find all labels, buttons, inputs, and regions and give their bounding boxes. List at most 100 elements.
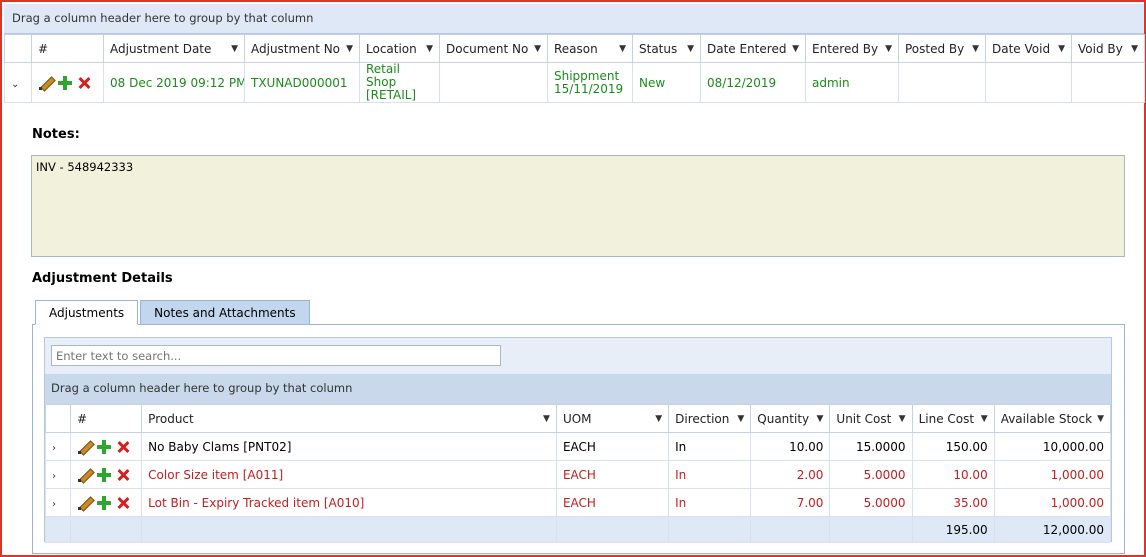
notes-title: Notes:	[32, 127, 80, 142]
table-row[interactable]: › No Baby Clams [PNT02] EACH In 10.00 15…	[44, 432, 1112, 461]
product-cell: Lot Bin - Expiry Tracked item [A010]	[141, 488, 557, 517]
col-header-index[interactable]: #	[31, 34, 104, 63]
group-by-hint: Drag a column header here to group by th…	[12, 11, 314, 25]
footer-cell	[44, 516, 72, 543]
chevron-right-icon[interactable]: ›	[52, 471, 56, 482]
actions-cell	[31, 62, 104, 103]
direction-cell: In	[668, 488, 752, 517]
group-by-bar[interactable]: Drag a column header here to group by th…	[4, 4, 1144, 34]
col-label: Entered By	[812, 41, 879, 56]
delete-x-icon[interactable]	[115, 495, 131, 511]
col-header-product[interactable]: Product ▼	[141, 404, 557, 433]
filter-icon[interactable]: ▼	[231, 44, 238, 54]
edit-pencil-icon[interactable]	[77, 495, 93, 511]
col-header-reason[interactable]: Reason ▼	[547, 34, 633, 63]
chevron-right-icon[interactable]: ›	[52, 443, 56, 454]
col-header-available-stock[interactable]: Available Stock ▼	[993, 404, 1112, 433]
col-header-date-entered[interactable]: Date Entered ▼	[700, 34, 806, 63]
filter-icon[interactable]: ▼	[543, 414, 550, 424]
col-label: Reason	[554, 41, 598, 56]
col-header-adjustment-no[interactable]: Adjustment No ▼	[244, 34, 360, 63]
footer-cell	[141, 516, 557, 543]
tab-adjustments[interactable]: Adjustments	[35, 300, 139, 325]
sub-group-by-bar[interactable]: Drag a column header here to group by th…	[45, 374, 1111, 404]
col-header-void-by[interactable]: Void By ▼	[1071, 34, 1145, 63]
product-cell: Color Size item [A011]	[141, 460, 557, 489]
reason-cell: Shippment 15/11/2019	[547, 62, 633, 103]
filter-icon[interactable]: ▼	[534, 44, 541, 54]
filter-icon[interactable]: ▼	[981, 414, 988, 424]
filter-icon[interactable]: ▼	[687, 44, 694, 54]
col-header-entered-by[interactable]: Entered By ▼	[805, 34, 899, 63]
add-plus-icon[interactable]	[96, 439, 112, 455]
reason-line2: 15/11/2019	[554, 81, 624, 96]
search-bar	[45, 338, 1111, 374]
footer-cell	[668, 516, 752, 543]
col-label: Product	[148, 411, 194, 426]
expand-cell[interactable]: ›	[44, 432, 72, 461]
entered-by-cell: admin	[805, 62, 899, 103]
document-no-cell	[439, 62, 548, 103]
col-label: Status	[639, 41, 678, 56]
edit-pencil-icon[interactable]	[77, 439, 93, 455]
chevron-right-icon[interactable]: ›	[52, 499, 56, 510]
add-plus-icon[interactable]	[57, 75, 73, 91]
edit-pencil-icon[interactable]	[77, 467, 93, 483]
filter-icon[interactable]: ▼	[885, 44, 892, 54]
search-input[interactable]	[51, 345, 501, 366]
col-header-status[interactable]: Status ▼	[632, 34, 701, 63]
filter-icon[interactable]: ▼	[426, 44, 433, 54]
filter-icon[interactable]: ▼	[346, 44, 353, 54]
delete-x-icon[interactable]	[115, 439, 131, 455]
col-header-location[interactable]: Location ▼	[359, 34, 440, 63]
col-header-posted-by[interactable]: Posted By ▼	[898, 34, 986, 63]
table-row[interactable]: › Color Size item [A011] EACH In 2.00 5.…	[44, 460, 1112, 489]
add-plus-icon[interactable]	[96, 495, 112, 511]
expand-cell[interactable]: ⌄	[4, 62, 32, 103]
filter-icon[interactable]: ▼	[655, 414, 662, 424]
table-row[interactable]: ⌄ 08 Dec 2019 09:12 PM TXUNAD000001 Reta…	[4, 62, 1145, 103]
col-header-line-cost[interactable]: Line Cost ▼	[911, 404, 995, 433]
total-line-cost: 195.00	[911, 516, 995, 543]
totals-row: 195.00 12,000.00	[44, 516, 1112, 543]
filter-icon[interactable]: ▼	[1131, 44, 1138, 54]
col-header-quantity[interactable]: Quantity ▼	[750, 404, 831, 433]
col-label: Adjustment No	[251, 41, 341, 56]
col-header-direction[interactable]: Direction ▼	[668, 404, 752, 433]
details-tabs: Adjustments Notes and Attachments	[35, 300, 312, 325]
filter-icon[interactable]: ▼	[619, 44, 626, 54]
col-label: UOM	[562, 411, 592, 426]
line-cost-cell: 35.00	[911, 488, 995, 517]
col-header-index[interactable]: #	[70, 404, 143, 433]
delete-x-icon[interactable]	[115, 467, 131, 483]
col-header-date-void[interactable]: Date Void ▼	[985, 34, 1072, 63]
filter-icon[interactable]: ▼	[972, 44, 979, 54]
expand-col-header	[44, 404, 72, 433]
filter-icon[interactable]: ▼	[1058, 44, 1065, 54]
col-label: Date Entered	[707, 41, 787, 56]
col-header-document-no[interactable]: Document No ▼	[439, 34, 548, 63]
col-header-uom[interactable]: UOM ▼	[555, 404, 670, 433]
notes-textarea[interactable]: INV - 548942333	[31, 155, 1125, 257]
add-plus-icon[interactable]	[96, 467, 112, 483]
col-header-unit-cost[interactable]: Unit Cost ▼	[829, 404, 913, 433]
adjustment-no-cell: TXUNAD000001	[244, 62, 360, 103]
filter-icon[interactable]: ▼	[899, 414, 906, 424]
lines-table: # Product ▼ UOM ▼ Direction ▼ Quantity ▼ Uni…	[44, 404, 1112, 543]
unit-cost-cell: 5.0000	[829, 488, 913, 517]
filter-icon[interactable]: ▼	[817, 414, 824, 424]
col-header-adjustment-date[interactable]: Adjustment Date ▼	[103, 34, 245, 63]
filter-icon[interactable]: ▼	[1097, 414, 1104, 424]
col-label: Date Void	[992, 41, 1051, 56]
expand-cell[interactable]: ›	[44, 488, 72, 517]
table-row[interactable]: › Lot Bin - Expiry Tracked item [A010] E…	[44, 488, 1112, 517]
tab-notes-and-attachments[interactable]: Notes and Attachments	[140, 300, 310, 325]
adjustment-lines-grid: Drag a column header here to group by th…	[44, 337, 1112, 543]
expand-cell[interactable]: ›	[44, 460, 72, 489]
footer-cell	[829, 516, 913, 543]
delete-x-icon[interactable]	[76, 75, 92, 91]
filter-icon[interactable]: ▼	[737, 414, 744, 424]
filter-icon[interactable]: ▼	[792, 44, 799, 54]
chevron-down-icon[interactable]: ⌄	[11, 79, 19, 90]
edit-pencil-icon[interactable]	[38, 75, 54, 91]
